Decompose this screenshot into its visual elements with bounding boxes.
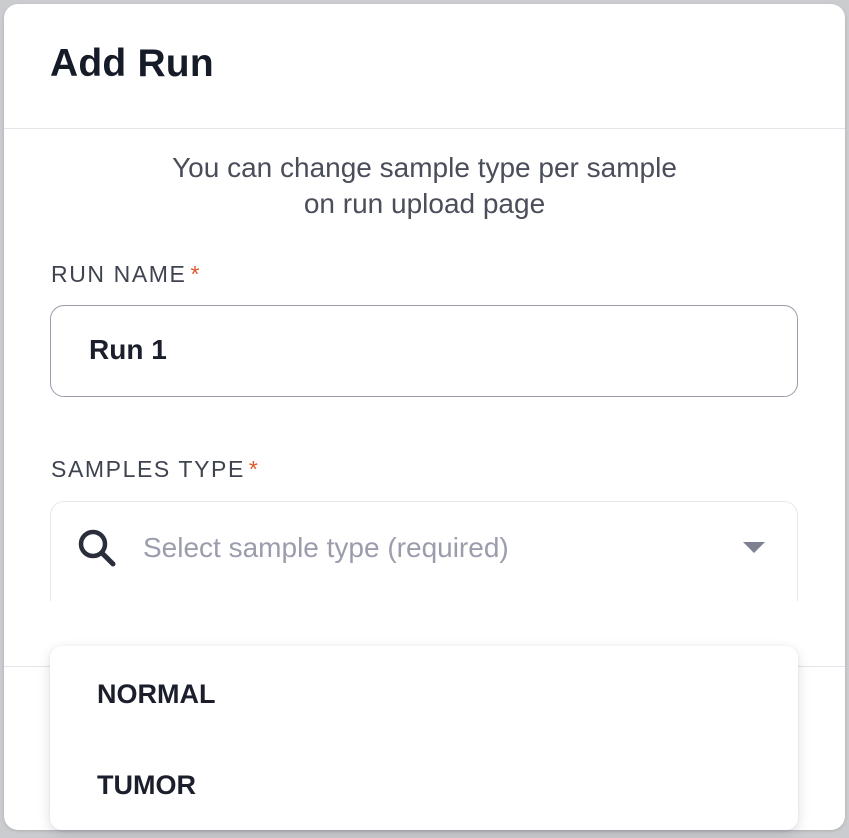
required-asterisk: *: [190, 261, 202, 287]
samples-type-label-text: SAMPLES TYPE: [51, 456, 245, 482]
dropdown-option-normal[interactable]: NORMAL: [50, 648, 798, 740]
samples-type-select[interactable]: Select sample type (required): [50, 501, 798, 601]
sample-type-hint: You can change sample type per sample on…: [4, 150, 845, 222]
search-icon: [78, 529, 116, 567]
run-name-value[interactable]: Run 1: [89, 334, 167, 366]
dropdown-option-tumor[interactable]: TUMOR: [50, 739, 798, 831]
chevron-down-icon[interactable]: [743, 542, 765, 553]
run-name-label: RUN NAME *: [51, 261, 201, 288]
hint-line-1: You can change sample type per sample: [172, 152, 677, 183]
hint-line-2: on run upload page: [303, 188, 546, 219]
samples-type-label: SAMPLES TYPE *: [51, 456, 259, 483]
run-name-input[interactable]: Run 1: [50, 305, 798, 397]
dialog-title: Add Run: [50, 42, 214, 85]
run-name-label-text: RUN NAME: [51, 261, 187, 287]
samples-type-dropdown: NORMAL TUMOR: [50, 646, 798, 830]
required-asterisk: *: [248, 456, 260, 482]
dialog-header: Add Run: [4, 4, 845, 129]
samples-type-placeholder[interactable]: Select sample type (required): [143, 532, 509, 564]
